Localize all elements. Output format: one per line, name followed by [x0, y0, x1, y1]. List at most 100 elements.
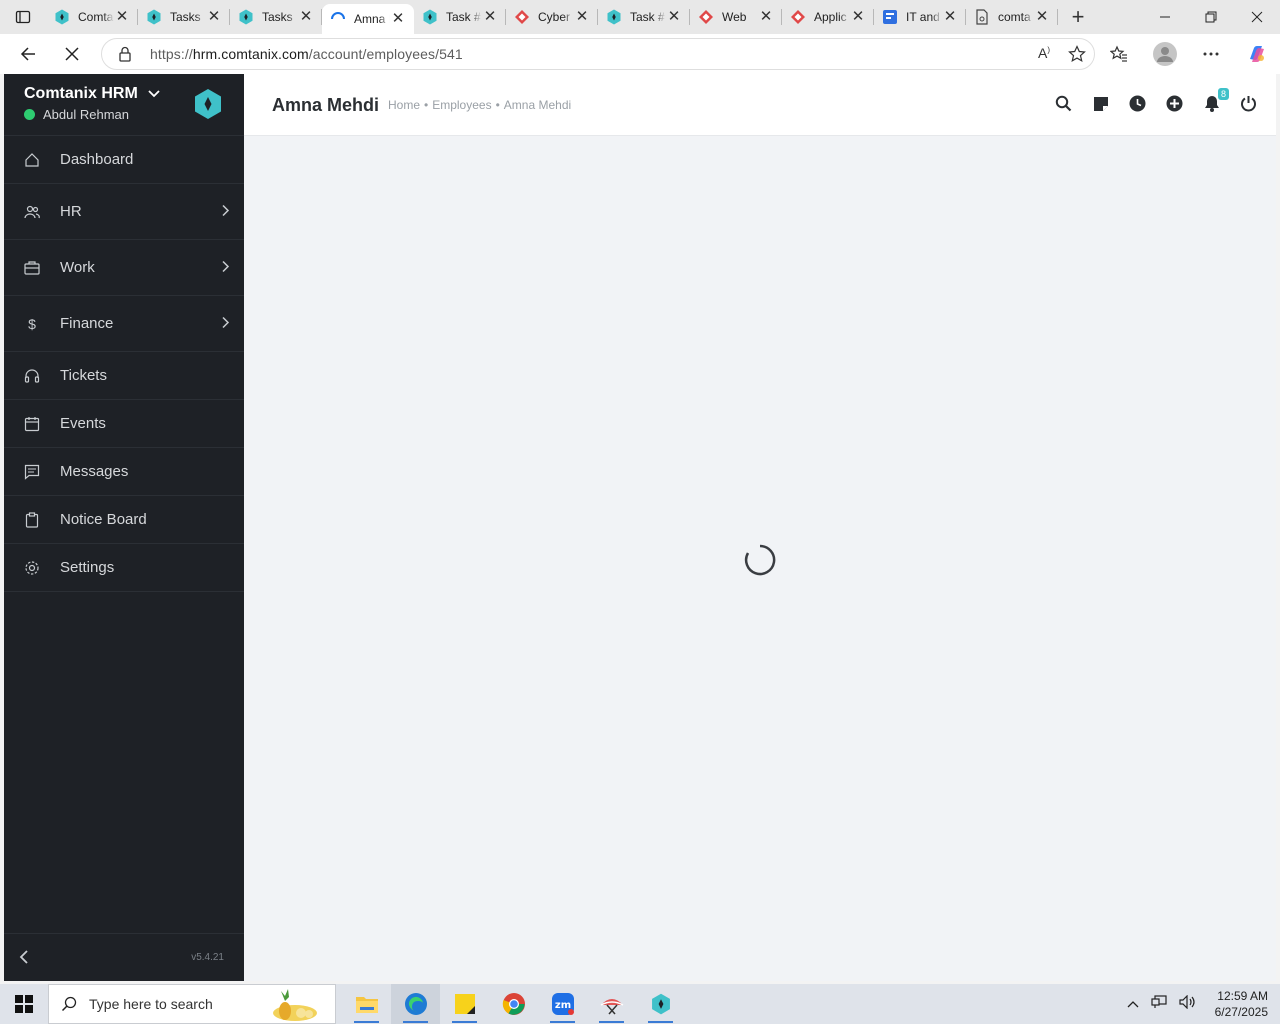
browser-tab[interactable]: Tasks ✕: [230, 0, 322, 34]
network-icon[interactable]: [1151, 994, 1167, 1014]
comtanix-logo-icon: [195, 89, 221, 119]
browser-tab[interactable]: Comtanix✕: [46, 0, 138, 34]
close-tab-icon[interactable]: ✕: [574, 9, 590, 25]
restore-button[interactable]: [1188, 0, 1234, 34]
browser-tab[interactable]: Task # ✕: [598, 0, 690, 34]
sticky-note-icon: [1093, 96, 1108, 111]
close-tab-icon[interactable]: ✕: [482, 9, 498, 25]
new-tab-button[interactable]: +: [1058, 0, 1098, 34]
timelog-button[interactable]: [1128, 94, 1147, 113]
headset-icon: [24, 368, 40, 384]
sidebar-item-work[interactable]: Work: [4, 240, 244, 296]
sidebar-item-hr[interactable]: HR: [4, 184, 244, 240]
collapse-sidebar-button[interactable]: [18, 950, 30, 969]
sidebar-item-settings[interactable]: Settings: [4, 544, 244, 592]
breadcrumb-separator: •: [424, 98, 429, 112]
web-favicon: [514, 9, 530, 25]
lock-icon[interactable]: [118, 46, 132, 67]
close-tab-icon[interactable]: ✕: [114, 9, 130, 25]
browser-tab[interactable]: comta ✕: [966, 0, 1058, 34]
close-tab-icon[interactable]: ✕: [850, 9, 866, 25]
sidebar-item-label: Settings: [60, 559, 115, 576]
taskbar-clock[interactable]: 12:59 AM 6/27/2025: [1215, 988, 1268, 1020]
taskbar-chrome[interactable]: [489, 984, 538, 1024]
show-hidden-icons-chevron-icon[interactable]: [1127, 995, 1139, 1013]
tab-title: Amna Mehdi: [354, 12, 390, 26]
chrome-icon: [502, 993, 525, 1015]
quick-add-button[interactable]: [1165, 94, 1184, 113]
tab-actions-icon: [15, 10, 31, 24]
browser-tab-active[interactable]: Amna Mehdi✕: [322, 4, 414, 34]
tab-title: Web: [722, 10, 747, 24]
close-tab-icon[interactable]: ✕: [758, 9, 774, 25]
close-tab-icon[interactable]: ✕: [206, 9, 222, 25]
profile-button[interactable]: [1142, 34, 1188, 74]
taskbar-comtanix-app[interactable]: [636, 984, 685, 1024]
volume-icon[interactable]: [1179, 994, 1197, 1014]
sidebar-item-events[interactable]: Events: [4, 400, 244, 448]
browser-tab[interactable]: Web ✕: [690, 0, 782, 34]
stop-loading-button[interactable]: [52, 34, 92, 74]
breadcrumb-employees[interactable]: Employees: [432, 98, 491, 112]
close-tab-icon[interactable]: ✕: [390, 11, 406, 27]
browser-tab[interactable]: Tasks ✕: [138, 0, 230, 34]
company-switcher[interactable]: Comtanix HRM: [24, 85, 160, 103]
comtanix-favicon: [146, 9, 162, 25]
copilot-button[interactable]: [1234, 34, 1280, 74]
start-button[interactable]: [0, 984, 48, 1024]
sidebar-item-tickets[interactable]: Tickets: [4, 352, 244, 400]
taskbar-sticky-notes[interactable]: [440, 984, 489, 1024]
tab-actions-button[interactable]: [0, 0, 46, 34]
close-tab-icon[interactable]: ✕: [1034, 9, 1050, 25]
close-tab-icon[interactable]: ✕: [666, 9, 682, 25]
close-window-button[interactable]: [1234, 0, 1280, 34]
sidebar-item-label: HR: [60, 203, 82, 220]
sticky-notes-button[interactable]: [1091, 94, 1110, 113]
chevron-right-icon: [222, 259, 230, 276]
breadcrumb-home[interactable]: Home: [388, 98, 420, 112]
logout-button[interactable]: [1239, 94, 1258, 113]
sidebar-item-notice-board[interactable]: Notice Board: [4, 496, 244, 544]
minimize-button[interactable]: [1142, 0, 1188, 34]
favorite-star-icon[interactable]: [1068, 45, 1086, 68]
browser-tab[interactable]: Cyber ✕: [506, 0, 598, 34]
chevron-down-icon: [148, 90, 160, 98]
browser-tab[interactable]: IT and ✕: [874, 0, 966, 34]
close-tab-icon[interactable]: ✕: [298, 9, 314, 25]
taskbar-file-explorer[interactable]: [342, 984, 391, 1024]
sidebar-item-messages[interactable]: Messages: [4, 448, 244, 496]
windows-logo-icon: [15, 995, 33, 1013]
taskbar-snipping-tool[interactable]: [587, 984, 636, 1024]
url-field[interactable]: https://hrm.comtanix.com/account/employe…: [101, 38, 1095, 70]
sidebar-item-finance[interactable]: $ Finance: [4, 296, 244, 352]
briefcase-icon: [24, 260, 40, 276]
close-tab-icon[interactable]: ✕: [942, 9, 958, 25]
search-button[interactable]: [1054, 94, 1073, 113]
tab-title: Comtanix: [78, 10, 114, 24]
more-menu-button[interactable]: [1188, 34, 1234, 74]
sidebar-item-dashboard[interactable]: Dashboard: [4, 136, 244, 184]
comtanix-logo-icon: [651, 993, 670, 1015]
browser-tab[interactable]: Task # ✕: [414, 0, 506, 34]
more-dots-icon: [1203, 52, 1219, 56]
online-status-dot: [24, 109, 35, 120]
back-button[interactable]: [8, 34, 48, 74]
breadcrumb-separator: •: [495, 98, 500, 112]
tab-title: comta: [998, 10, 1031, 24]
taskbar-search-box[interactable]: Type here to search: [48, 984, 336, 1024]
notifications-button[interactable]: 8: [1202, 88, 1229, 113]
sidebar-footer: v5.4.21: [4, 933, 244, 981]
tab-title: Task #: [630, 10, 665, 24]
browser-tab[interactable]: Applic ✕: [782, 0, 874, 34]
svg-text:$: $: [28, 316, 36, 332]
app-logo[interactable]: [192, 88, 224, 125]
favorites-button[interactable]: [1096, 34, 1142, 74]
tab-title: Applic: [814, 10, 847, 24]
taskbar-zoom[interactable]: zm: [538, 984, 587, 1024]
company-name: Comtanix HRM: [24, 85, 138, 102]
read-aloud-icon[interactable]: A): [1038, 45, 1050, 68]
taskbar-edge[interactable]: [391, 984, 440, 1024]
message-icon: [24, 464, 40, 480]
power-icon: [1241, 96, 1256, 112]
users-icon: [24, 204, 40, 220]
